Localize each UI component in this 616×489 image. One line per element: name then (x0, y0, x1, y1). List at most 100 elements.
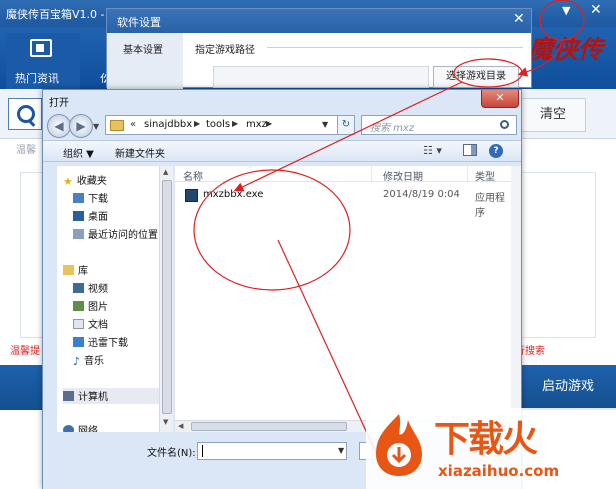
watermark-url: xiazaihuo.com (438, 462, 560, 480)
organize-button[interactable]: 组织 ▼ (63, 145, 94, 160)
nav-pane-scrollbar[interactable]: ▲ ▼ (159, 166, 173, 432)
download-icon (73, 193, 84, 203)
refresh-icon[interactable]: ↻ (337, 115, 355, 135)
nav-hot-news-label: 热门资讯 (15, 72, 59, 85)
choose-game-dir-button[interactable]: 选择游戏目录 (433, 66, 519, 88)
nav-label: 计算机 (78, 392, 108, 403)
nav-label: 下载 (88, 194, 108, 205)
column-divider[interactable] (371, 166, 372, 182)
nav-library[interactable]: 库 (63, 262, 88, 278)
file-name: mxzbbx.exe (203, 189, 264, 200)
search-placeholder: 搜索 mxz (370, 123, 415, 134)
thunder-icon (73, 337, 84, 347)
file-row[interactable]: mxzbbx.exe 2014/8/19 0:04 应用程序 (179, 188, 511, 219)
settings-title: 软件设置 (117, 16, 161, 29)
open-dialog-title: 打开 (49, 98, 69, 109)
settings-dialog: 软件设置 ✕ 基本设置 指定游戏路径 选择游戏目录 (106, 8, 532, 89)
divider (267, 47, 523, 48)
tab-basic-settings[interactable]: 基本设置 (123, 41, 163, 56)
column-divider[interactable] (467, 166, 468, 182)
app-minimize-button[interactable]: ▼ (562, 4, 570, 17)
start-game-button[interactable]: 启动游戏 (522, 372, 614, 402)
nav-desktop[interactable]: 桌面 (73, 208, 108, 224)
file-type: 应用程序 (475, 193, 505, 219)
scrollbar-thumb[interactable] (191, 422, 347, 431)
nav-videos[interactable]: 视频 (73, 280, 108, 296)
app-close-button[interactable]: ✕ (590, 2, 602, 18)
open-dialog-close-button[interactable]: ✕ (481, 90, 519, 108)
warm-hint-text: 温馨 (16, 145, 36, 156)
nav-documents[interactable]: 文档 (73, 316, 108, 332)
view-options-icon[interactable]: ☷ ▾ (423, 144, 442, 157)
column-name[interactable]: 名称 (183, 168, 203, 183)
breadcrumb-item[interactable]: sinajdbbx (144, 119, 192, 130)
column-header-row: 名称 修改日期 类型 (175, 166, 511, 183)
computer-icon (63, 391, 74, 401)
address-bar[interactable]: « sinajdbbx ▶ tools ▶ mxz ▶ ▼ (105, 115, 339, 135)
news-icon (30, 39, 52, 57)
breadcrumb-separator-icon[interactable]: ▶ (194, 119, 200, 128)
nav-label: 视频 (88, 284, 108, 295)
nav-hot-news[interactable]: 热门资讯 (6, 33, 80, 89)
forward-button[interactable]: ▶ (69, 114, 93, 138)
breadcrumb-overflow[interactable]: « (130, 119, 136, 130)
nav-downloads[interactable]: 下载 (73, 190, 108, 206)
recent-locations-dropdown[interactable]: ▼ (93, 122, 99, 131)
folder-icon (110, 120, 124, 131)
nav-label: 图片 (88, 302, 108, 313)
nav-favorites[interactable]: ★ 收藏夹 (63, 172, 107, 188)
filename-input[interactable]: ▼ (197, 442, 347, 460)
nav-music[interactable]: ♪ 音乐 (73, 352, 104, 368)
settings-close-button[interactable]: ✕ (513, 11, 525, 27)
nav-label: 文档 (88, 320, 108, 331)
breadcrumb-item[interactable]: mxz (246, 119, 267, 130)
document-icon (73, 319, 84, 329)
navigation-pane: ★ 收藏夹 下载 桌面 最近访问的位置 库 视频 图片 文档 迅雷下载 ♪ 音乐 计… (57, 166, 159, 437)
command-toolbar: 组织 ▼ 新建文件夹 ☷ ▾ ? (43, 140, 521, 162)
watermark-text: 下载火 (434, 419, 538, 460)
nav-pictures[interactable]: 图片 (73, 298, 108, 314)
file-date: 2014/8/19 0:04 (383, 189, 460, 200)
nav-computer[interactable]: 计算机 (63, 388, 159, 404)
nav-recent[interactable]: 最近访问的位置 (73, 226, 158, 242)
app-title: 魔侠传百宝箱V1.0 - (6, 8, 105, 21)
address-dropdown[interactable]: ▼ (322, 120, 328, 129)
scroll-up-icon[interactable]: ▲ (163, 168, 168, 176)
preview-pane-icon[interactable] (463, 144, 477, 156)
scroll-left-icon[interactable]: ◀ (178, 422, 183, 430)
back-button[interactable]: ◀ (47, 114, 71, 138)
text-caret (202, 445, 203, 457)
search-icon (500, 120, 509, 129)
file-list-pane: 名称 修改日期 类型 mxzbbx.exe 2014/8/19 0:04 应用程… (175, 166, 511, 432)
scrollbar-thumb[interactable] (162, 180, 172, 414)
nav-label: 收藏夹 (76, 176, 107, 187)
scroll-down-icon[interactable]: ▼ (163, 418, 168, 426)
search-icon[interactable] (8, 98, 42, 130)
download-fire-icon (376, 414, 422, 476)
new-folder-button[interactable]: 新建文件夹 (115, 145, 165, 160)
library-icon (63, 265, 74, 275)
breadcrumb-separator-icon[interactable]: ▶ (266, 119, 272, 128)
warm-tip-red-left: 温馨提 (10, 346, 40, 357)
clear-button[interactable]: 清空 (520, 98, 586, 132)
help-icon[interactable]: ? (489, 144, 503, 158)
star-icon: ★ (63, 175, 73, 188)
nav-label: 库 (78, 266, 88, 277)
nav-thunder-download[interactable]: 迅雷下载 (73, 334, 128, 350)
breadcrumb-item[interactable]: tools (206, 119, 230, 130)
column-date-modified[interactable]: 修改日期 (383, 168, 423, 183)
filename-label: 文件名(N): (147, 448, 196, 459)
nav-label: 最近访问的位置 (88, 230, 158, 241)
nav-label: 桌面 (88, 212, 108, 223)
exe-icon (185, 189, 198, 202)
music-icon: ♪ (73, 355, 81, 368)
nav-label: 音乐 (84, 356, 105, 367)
game-path-input[interactable] (213, 66, 429, 88)
file-pane-scrollbar[interactable] (511, 166, 521, 432)
nav-label: 迅雷下载 (88, 338, 128, 349)
filename-dropdown-icon[interactable]: ▼ (338, 446, 344, 455)
column-type[interactable]: 类型 (475, 168, 495, 183)
search-input[interactable]: 搜索 mxz (361, 115, 517, 135)
game-path-label: 指定游戏路径 (195, 45, 255, 56)
breadcrumb-separator-icon[interactable]: ▶ (232, 119, 238, 128)
